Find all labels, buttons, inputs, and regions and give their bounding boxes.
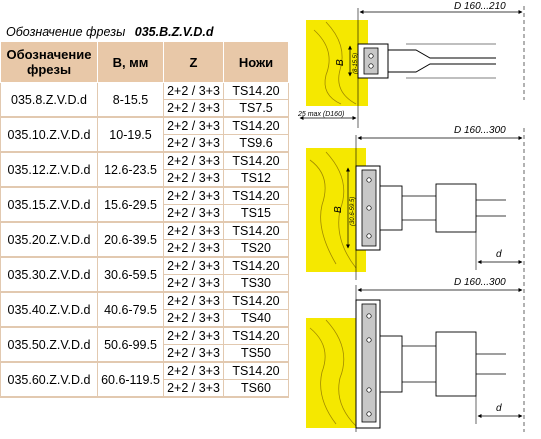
cutter-designation: 035.60.Z.V.D.d bbox=[0, 361, 98, 398]
cutter-z: 2+2 / 3+3 bbox=[163, 326, 224, 345]
cutter-b-range: 40.6-79.5 bbox=[97, 291, 164, 328]
cutter-z: 2+2 / 3+3 bbox=[163, 82, 224, 100]
cutter-b-range: 60.6-119.5 bbox=[97, 361, 164, 398]
cutter-z: 2+2 / 3+3 bbox=[163, 169, 224, 188]
cutter-b-range: 10-19.5 bbox=[97, 116, 164, 153]
cutter-designation: 035.20.Z.V.D.d bbox=[0, 221, 98, 258]
cutter-knife: TS20 bbox=[223, 239, 289, 258]
header-z: Z bbox=[163, 41, 224, 83]
cutter-knife: TS14.20 bbox=[223, 186, 289, 205]
cutter-z: 2+2 / 3+3 bbox=[163, 186, 224, 205]
table-row: 035.60.Z.V.D.d 60.6-119.5 2+2 / 3+3 TS14.20 bbox=[0, 361, 289, 398]
cutter-b-range: 50.6-99.5 bbox=[97, 326, 164, 363]
table-row: 035.50.Z.V.D.d 50.6-99.5 2+2 / 3+3 TS14.20 bbox=[0, 326, 289, 363]
cutter-knife: TS14.20 bbox=[223, 82, 289, 100]
cutter-knife: TS30 bbox=[223, 274, 289, 293]
cutter-knife: TS14.20 bbox=[223, 256, 289, 275]
diagram-bottom: D 160...300 d bbox=[306, 277, 525, 432]
cutter-knife: TS14.20 bbox=[223, 326, 289, 345]
page-title: Обозначение фрезы 035.B.Z.V.D.d bbox=[6, 25, 214, 39]
cutter-knife: TS60 bbox=[223, 379, 289, 398]
middle-b-range: (30.6-59.5) bbox=[350, 197, 356, 226]
cutter-knife: TS12 bbox=[223, 169, 289, 188]
title-label: Обозначение фрезы bbox=[6, 25, 126, 39]
cutter-knife: TS15 bbox=[223, 204, 289, 223]
middle-d-label: D 160...300 bbox=[454, 125, 506, 136]
cutter-z: 2+2 / 3+3 bbox=[163, 361, 224, 380]
cutter-z: 2+2 / 3+3 bbox=[163, 151, 224, 170]
cutter-z: 2+2 / 3+3 bbox=[163, 256, 224, 275]
cutter-b-range: 20.6-39.5 bbox=[97, 221, 164, 258]
table-row: 035.10.Z.V.D.d 10-19.5 2+2 / 3+3 TS14.20 bbox=[0, 116, 289, 153]
diagrams-svg: D 160...210 B (8-15.5) 25 max (D160) D 1… bbox=[297, 1, 525, 432]
top-b-label: B bbox=[335, 59, 346, 66]
table-row: 035.40.Z.V.D.d 40.6-79.5 2+2 / 3+3 TS14.20 bbox=[0, 291, 289, 328]
table-row: 035.8.Z.V.D.d 8-15.5 2+2 / 3+3 TS14.20 bbox=[0, 82, 289, 118]
cutter-designation: 035.12.Z.V.D.d bbox=[0, 151, 98, 188]
top-max-label: 25 max (D160) bbox=[297, 111, 344, 118]
knife-top bbox=[363, 47, 379, 75]
header-designation: Обозначение фрезы bbox=[0, 41, 98, 83]
cutter-z: 2+2 / 3+3 bbox=[163, 291, 224, 310]
header-knives: Ножи bbox=[223, 41, 289, 83]
cutter-knife: TS9.6 bbox=[223, 134, 289, 153]
cutter-designation: 035.40.Z.V.D.d bbox=[0, 291, 98, 328]
middle-d-small: d bbox=[496, 249, 502, 260]
cutter-b-range: 12.6-23.5 bbox=[97, 151, 164, 188]
cutter-b-range: 30.6-59.5 bbox=[97, 256, 164, 293]
table-row: 035.30.Z.V.D.d 30.6-59.5 2+2 / 3+3 TS14.20 bbox=[0, 256, 289, 293]
spec-table: Обозначение фрезы B, мм Z Ножи 035.8.Z.V… bbox=[0, 41, 289, 398]
cutter-z: 2+2 / 3+3 bbox=[163, 309, 224, 328]
top-d-label: D 160...210 bbox=[454, 1, 506, 12]
cutter-designation: 035.15.Z.V.D.d bbox=[0, 186, 98, 223]
header-b: B, мм bbox=[97, 41, 164, 83]
cutter-designation: 035.8.Z.V.D.d bbox=[0, 82, 98, 118]
cutter-z: 2+2 / 3+3 bbox=[163, 99, 224, 118]
diagram-middle: D 160...300 B (30.6-59.5) d bbox=[306, 125, 525, 280]
cutter-z: 2+2 / 3+3 bbox=[163, 134, 224, 153]
cutter-knife: TS14.20 bbox=[223, 361, 289, 380]
bottom-d-label: D 160...300 bbox=[454, 277, 506, 288]
cutter-z: 2+2 / 3+3 bbox=[163, 239, 224, 258]
table-row: 035.20.Z.V.D.d 20.6-39.5 2+2 / 3+3 TS14.20 bbox=[0, 221, 289, 258]
cutter-z: 2+2 / 3+3 bbox=[163, 116, 224, 135]
cutter-knife: TS40 bbox=[223, 309, 289, 328]
cutter-z: 2+2 / 3+3 bbox=[163, 379, 224, 398]
cutter-z: 2+2 / 3+3 bbox=[163, 221, 224, 240]
cutter-z: 2+2 / 3+3 bbox=[163, 344, 224, 363]
cutter-b-range: 15.6-29.5 bbox=[97, 186, 164, 223]
table-body: 035.8.Z.V.D.d 8-15.5 2+2 / 3+3 TS14.20 2+2 /… bbox=[0, 82, 289, 398]
cutter-diagrams: D 160...210 B (8-15.5) 25 max (D160) D 1… bbox=[296, 0, 541, 434]
diagram-top: D 160...210 B (8-15.5) 25 max (D160) bbox=[297, 1, 525, 128]
cutter-knife: TS14.20 bbox=[223, 221, 289, 240]
knife-bottom bbox=[361, 303, 377, 423]
cutter-knife: TS14.20 bbox=[223, 151, 289, 170]
top-b-range: (8-15.5) bbox=[353, 53, 359, 74]
cutter-z: 2+2 / 3+3 bbox=[163, 204, 224, 223]
cutter-z: 2+2 / 3+3 bbox=[163, 274, 224, 293]
cutter-knife: TS7.5 bbox=[223, 99, 289, 118]
cutter-designation: 035.10.Z.V.D.d bbox=[0, 116, 98, 153]
cutter-b-range: 8-15.5 bbox=[97, 82, 164, 118]
table-row: 035.12.Z.V.D.d 12.6-23.5 2+2 / 3+3 TS14.20 bbox=[0, 151, 289, 188]
middle-b-label: B bbox=[333, 206, 344, 213]
cutter-knife: TS14.20 bbox=[223, 116, 289, 135]
table-row: 035.15.Z.V.D.d 15.6-29.5 2+2 / 3+3 TS14.20 bbox=[0, 186, 289, 223]
bottom-d-small: d bbox=[496, 403, 502, 414]
table-header-row: Обозначение фрезы B, мм Z Ножи bbox=[0, 41, 289, 83]
cutter-knife: TS50 bbox=[223, 344, 289, 363]
cutter-knife: TS14.20 bbox=[223, 291, 289, 310]
cutter-designation: 035.50.Z.V.D.d bbox=[0, 326, 98, 363]
title-code: 035.B.Z.V.D.d bbox=[134, 25, 214, 39]
cutter-designation: 035.30.Z.V.D.d bbox=[0, 256, 98, 293]
